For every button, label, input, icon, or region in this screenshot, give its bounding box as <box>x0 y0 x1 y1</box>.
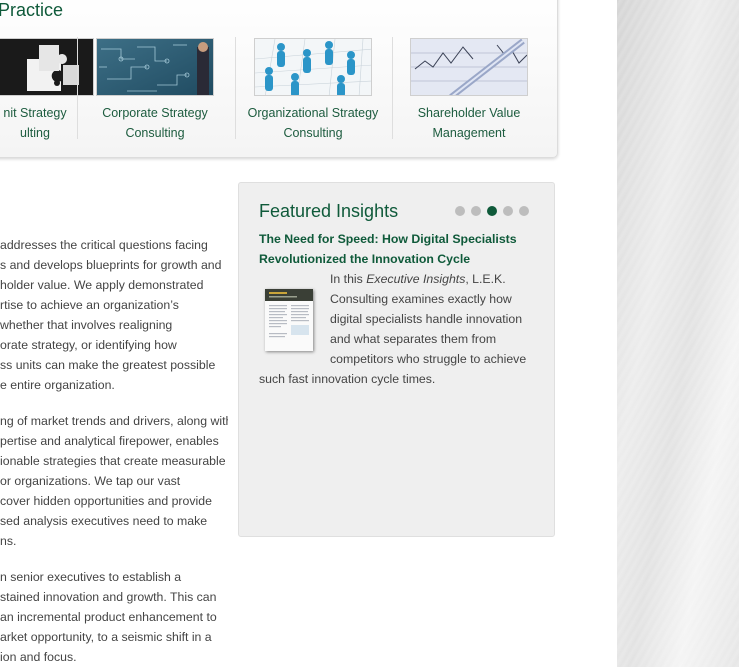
practice-item-label-line2: Consulting <box>283 126 343 140</box>
practice-item-corporate-strategy[interactable]: Corporate Strategy Consulting <box>77 38 233 144</box>
carousel-dot-3[interactable] <box>487 206 497 216</box>
text-line: cover hidden opportunities and provide <box>0 494 212 508</box>
carousel-dot-1[interactable] <box>455 206 465 216</box>
text-line: whether that involves realigning <box>0 318 173 332</box>
featured-insights-title: Featured Insights <box>259 201 399 221</box>
text-line: holder value. We apply demonstrated <box>0 278 204 292</box>
text-line: sed analysis executives need to make <box>0 514 208 528</box>
paragraph: n senior executives to establish a stain… <box>0 567 228 667</box>
headline-line: Revolutionized the Innovation Cycle <box>259 252 471 266</box>
stock-chart-pen-image <box>410 38 528 96</box>
practice-heading: Practice <box>0 0 64 20</box>
paragraph: ng of market trends and drivers, along w… <box>0 411 228 551</box>
text-line: s and develops blueprints for growth and <box>0 258 222 272</box>
practice-item-label-line1: Shareholder Value <box>417 106 521 120</box>
page-background-right <box>617 0 739 667</box>
people-network-image <box>254 38 372 96</box>
practice-item-label-line1: Organizational Strategy <box>247 106 379 120</box>
carousel-dot-4[interactable] <box>503 206 513 216</box>
text-line: n senior executives to establish a <box>0 570 182 584</box>
practice-item-label-line2: Management <box>432 126 506 140</box>
text-line: pertise and analytical firepower, enable… <box>0 434 219 448</box>
paragraph: addresses the critical questions facing … <box>0 235 228 395</box>
summary-line: competitors who struggle to achieve <box>330 352 527 366</box>
text-line: ng of market trends and drivers, along w… <box>0 414 228 428</box>
practice-description: addresses the critical questions facing … <box>0 235 228 667</box>
text-line: ss units can make the greatest possible <box>0 358 216 372</box>
circuit-business-image <box>96 38 214 96</box>
text-line: ns. <box>0 534 17 548</box>
summary-line: digital specialists handle innovation <box>330 312 523 326</box>
content-column: Practice nit Strategy ulting Corporate S… <box>0 0 617 667</box>
headline-line: The Need for Speed: How Digital Speciali… <box>259 232 517 246</box>
text-line: ionable strategies that create measurabl… <box>0 454 226 468</box>
summary-italic: Executive Insights <box>366 272 466 286</box>
insight-headline-link[interactable]: The Need for Speed: How Digital Speciali… <box>259 229 539 269</box>
summary-line: and what separates them from <box>330 332 497 346</box>
insight-summary: In this Executive Insights, L.E.K. Consu… <box>259 269 549 389</box>
summary-text: , L.E.K. <box>465 272 506 286</box>
text-line: or organizations. We tap our vast <box>0 474 181 488</box>
carousel-dot-2[interactable] <box>471 206 481 216</box>
text-line: rtise to achieve an organization’s <box>0 298 179 312</box>
carousel-dot-5[interactable] <box>519 206 529 216</box>
text-line: orate strategy, or identifying how <box>0 338 177 352</box>
text-line: ion and focus. <box>0 650 77 664</box>
summary-line: Consulting examines exactly how <box>330 292 512 306</box>
text-line: arket opportunity, to a seismic shift in… <box>0 630 212 644</box>
practice-item-label-line2: Consulting <box>125 126 185 140</box>
summary-text: In this <box>330 272 367 286</box>
practice-item-label-line1: Corporate Strategy <box>102 106 208 120</box>
text-line: e entire organization. <box>0 378 115 392</box>
practice-item-organizational-strategy[interactable]: Organizational Strategy Consulting <box>235 38 391 144</box>
text-line: stained innovation and growth. This can <box>0 590 217 604</box>
summary-line: such fast innovation cycle times. <box>259 372 436 386</box>
practice-item-shareholder-value[interactable]: Shareholder Value Management <box>391 38 547 144</box>
featured-insights-panel: Featured Insights The Need for Speed: Ho… <box>238 182 555 537</box>
text-line: an incremental product enhancement to <box>0 610 217 624</box>
text-line: addresses the critical questions facing <box>0 238 208 252</box>
practice-panel: Practice nit Strategy ulting Corporate S… <box>0 0 558 158</box>
